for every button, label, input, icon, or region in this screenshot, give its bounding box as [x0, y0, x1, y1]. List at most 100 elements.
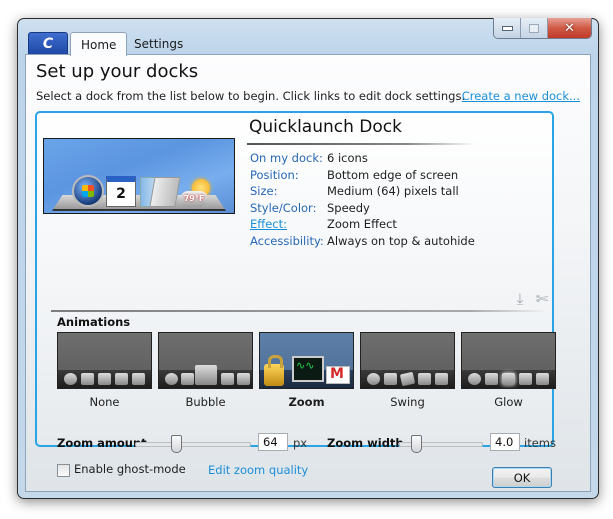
- lock-icon: [81, 373, 94, 385]
- mail-icon: [326, 366, 350, 384]
- title-divider: [247, 143, 475, 145]
- property-row-on-my-dock: On my dock: 6 icons: [250, 150, 475, 167]
- window-controls: ✕: [493, 18, 592, 39]
- mail-icon: [418, 373, 431, 385]
- zoom-amount-label: Zoom amount: [57, 436, 147, 450]
- folder-icon: [149, 177, 181, 207]
- dock-name: Quicklaunch Dock: [249, 117, 402, 137]
- trash-icon: [536, 373, 549, 385]
- app-logo-icon: C: [42, 36, 54, 52]
- property-value: Medium (64) pixels tall: [327, 184, 459, 199]
- tab-settings[interactable]: Settings: [124, 34, 193, 55]
- zoom-width-input[interactable]: 4.0: [490, 433, 520, 451]
- zoom-amount-slider[interactable]: [135, 435, 251, 453]
- property-row-accessibility: Accessibility: Always on top & autohide: [250, 233, 475, 250]
- minimize-icon: [501, 25, 513, 31]
- tab-home[interactable]: Home: [70, 32, 128, 56]
- ok-button[interactable]: OK: [492, 467, 552, 488]
- animation-thumbnail: [360, 332, 455, 389]
- property-key[interactable]: Size:: [250, 183, 327, 200]
- minimize-button[interactable]: [494, 18, 521, 38]
- lock-icon: [384, 373, 397, 385]
- animation-thumbnail: [461, 332, 556, 389]
- page-title: Set up your docks: [36, 61, 199, 82]
- property-key[interactable]: Accessibility:: [250, 233, 327, 250]
- animation-label: Swing: [390, 395, 425, 409]
- zoom-width-label: Zoom width: [327, 436, 404, 450]
- lock-icon: [264, 355, 284, 386]
- animation-options: None Bubble ∿∿ M Zoom Swing Glow: [57, 332, 556, 409]
- create-new-dock-link[interactable]: Create a new dock...: [462, 89, 580, 103]
- animation-thumbnail: [57, 332, 152, 389]
- close-icon: ✕: [564, 20, 575, 36]
- property-row-position: Position: Bottom edge of screen: [250, 167, 475, 184]
- ghost-mode-checkbox[interactable]: [57, 464, 70, 477]
- property-value: Always on top & autohide: [327, 233, 475, 248]
- monitor-icon: [292, 356, 324, 382]
- maximize-button[interactable]: [521, 18, 548, 38]
- zoom-amount-unit: px: [293, 436, 308, 450]
- lock-icon: [485, 373, 498, 385]
- dock-properties: On my dock: 6 icons Position: Bottom edg…: [250, 150, 475, 250]
- zoom-amount-slider-thumb[interactable]: [171, 435, 182, 453]
- property-value: Speedy: [327, 200, 370, 215]
- property-row-style: Style/Color: Speedy: [250, 200, 475, 217]
- monitor-icon: [195, 365, 217, 385]
- dock-card[interactable]: 2 79°F Quicklaunch Dock On my dock: 6 ic…: [35, 111, 556, 488]
- weather-icon: 79°F: [180, 179, 212, 207]
- animation-thumbnail: [158, 332, 253, 389]
- start-icon: [468, 373, 481, 385]
- property-value: Bottom edge of screen: [327, 167, 459, 182]
- trash-icon: [435, 373, 448, 385]
- mail-icon: [519, 373, 532, 385]
- delete-dock-icon[interactable]: ✄: [533, 290, 551, 308]
- start-icon: [165, 373, 178, 385]
- page-subtitle: Select a dock from the list below to beg…: [36, 89, 466, 103]
- app-menu-button[interactable]: C: [28, 32, 68, 55]
- trash-icon: [237, 373, 250, 385]
- animation-option-swing[interactable]: Swing: [360, 332, 455, 409]
- zoom-width-slider-thumb[interactable]: [411, 435, 422, 453]
- close-button[interactable]: ✕: [548, 18, 591, 38]
- mail-icon: [115, 373, 128, 385]
- monitor-icon: [98, 373, 111, 385]
- animation-label: Glow: [494, 395, 523, 409]
- zoom-width-unit: items: [524, 436, 556, 450]
- property-row-effect: Effect: Zoom Effect: [250, 216, 475, 233]
- animation-option-bubble[interactable]: Bubble: [158, 332, 253, 409]
- property-key[interactable]: Position:: [250, 167, 327, 184]
- animation-label: Zoom: [288, 395, 325, 409]
- animation-label: None: [89, 395, 120, 409]
- property-value: 6 icons: [327, 151, 368, 165]
- trash-icon: [132, 373, 145, 385]
- start-icon: [64, 373, 77, 385]
- section-divider: [51, 310, 546, 312]
- home-panel: Set up your docks Select a dock from the…: [25, 54, 591, 492]
- cloud-icon: 79°F: [180, 191, 208, 207]
- zoom-amount-input[interactable]: 64: [258, 433, 288, 451]
- lock-icon: [181, 373, 194, 385]
- animation-label: Bubble: [185, 395, 226, 409]
- property-row-size: Size: Medium (64) pixels tall: [250, 183, 475, 200]
- zoom-width-slider[interactable]: [399, 435, 483, 453]
- export-dock-icon[interactable]: ⤓: [511, 290, 529, 308]
- dock-preview-image: 2 79°F: [43, 138, 235, 214]
- animation-thumbnail: [259, 332, 354, 389]
- property-value: Zoom Effect: [327, 217, 397, 232]
- calendar-icon: 2: [106, 176, 136, 207]
- app-window: ✕ C Home Settings Set up your docks Sele…: [17, 18, 599, 499]
- property-key[interactable]: Style/Color:: [250, 200, 327, 217]
- windows-start-icon: [72, 175, 104, 207]
- animation-option-zoom[interactable]: Zoom: [259, 332, 354, 409]
- animations-heading: Animations: [57, 315, 131, 329]
- monitor-icon: [502, 373, 515, 385]
- animation-option-none[interactable]: None: [57, 332, 152, 409]
- ghost-mode-label[interactable]: Enable ghost-mode: [74, 462, 186, 476]
- maximize-icon: [529, 23, 539, 33]
- animation-option-glow[interactable]: Glow: [461, 332, 556, 409]
- mail-icon: [221, 373, 234, 385]
- start-icon: [367, 373, 380, 385]
- property-key-effect-link[interactable]: Effect:: [250, 216, 327, 233]
- property-key[interactable]: On my dock:: [250, 150, 327, 167]
- edit-zoom-quality-link[interactable]: Edit zoom quality: [208, 463, 308, 477]
